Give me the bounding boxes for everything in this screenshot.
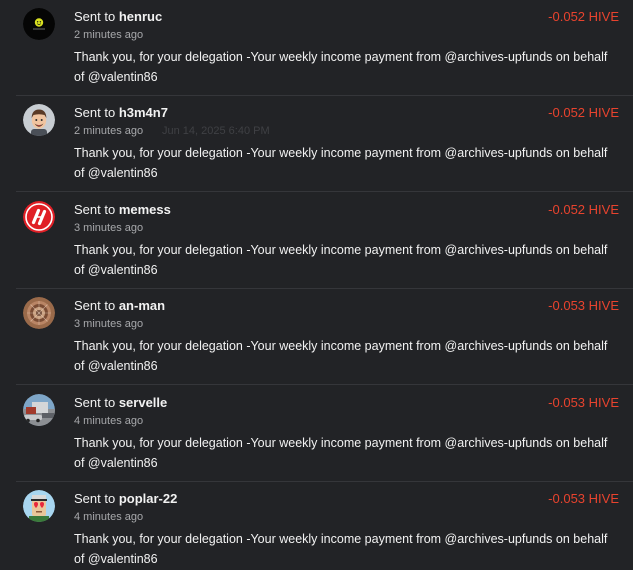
recipient-link[interactable]: henruc (119, 9, 162, 24)
recipient-link[interactable]: memess (119, 202, 171, 217)
transfer-row: Sent to memess 3 minutes ago -0.052 HIVE… (0, 193, 633, 289)
avatar-servelle[interactable] (23, 394, 55, 426)
avatar-servelle-icon (23, 394, 55, 426)
timestamp: 3 minutes ago (74, 318, 144, 330)
transfer-title: Sent to servelle (74, 395, 167, 411)
transfer-list: Sent to henruc 2 minutes ago -0.052 HIVE… (0, 0, 633, 570)
sent-to-label: Sent to (74, 395, 116, 410)
sent-to-label: Sent to (74, 9, 116, 24)
amount: -0.052 HIVE (548, 105, 619, 120)
timestamp: 4 minutes ago (74, 415, 144, 427)
memo-text: Thank you, for your delegation -Your wee… (74, 339, 608, 373)
timestamp: 3 minutes ago (74, 222, 144, 234)
timestamp: 2 minutes ago (74, 29, 144, 41)
timestamp-tooltip: Jun 14, 2025 6:40 PM (162, 125, 270, 137)
memo-text: Thank you, for your delegation -Your wee… (74, 436, 608, 470)
sent-to-label: Sent to (74, 202, 116, 217)
memo-text: Thank you, for your delegation -Your wee… (74, 532, 608, 566)
transfer-row: Sent to an-man 3 minutes ago -0.053 HIVE… (0, 289, 633, 385)
transfer-title: Sent to h3m4n7 (74, 105, 168, 121)
sent-to-label: Sent to (74, 298, 116, 313)
recipient-link[interactable]: h3m4n7 (119, 105, 168, 120)
timestamp: 2 minutes ago (74, 125, 144, 137)
avatar-poplar-22[interactable] (23, 490, 55, 522)
timestamp: 4 minutes ago (74, 511, 144, 523)
transfer-title: Sent to memess (74, 202, 171, 218)
sent-to-label: Sent to (74, 105, 116, 120)
recipient-link[interactable]: an-man (119, 298, 165, 313)
amount: -0.052 HIVE (548, 9, 619, 24)
avatar-poplar-22-icon (23, 490, 55, 522)
memo-text: Thank you, for your delegation -Your wee… (74, 146, 608, 180)
transfer-title: Sent to an-man (74, 298, 165, 314)
amount: -0.053 HIVE (548, 298, 619, 313)
avatar-memess[interactable] (23, 201, 55, 233)
avatar-h3m4n7-icon (23, 104, 55, 136)
transfer-title: Sent to poplar-22 (74, 491, 177, 507)
transfer-row: Sent to henruc 2 minutes ago -0.052 HIVE… (0, 0, 633, 96)
avatar-an-man[interactable] (23, 297, 55, 329)
avatar-an-man-icon (23, 297, 55, 329)
amount: -0.052 HIVE (548, 202, 619, 217)
transfer-row: Sent to servelle 4 minutes ago -0.053 HI… (0, 386, 633, 482)
avatar-memess-icon (23, 201, 55, 233)
recipient-link[interactable]: servelle (119, 395, 167, 410)
avatar-henruc-icon (23, 8, 55, 40)
avatar-h3m4n7[interactable] (23, 104, 55, 136)
memo-text: Thank you, for your delegation -Your wee… (74, 243, 608, 277)
amount: -0.053 HIVE (548, 491, 619, 506)
recipient-link[interactable]: poplar-22 (119, 491, 178, 506)
memo-text: Thank you, for your delegation -Your wee… (74, 50, 608, 84)
transfer-row: Sent to h3m4n7 2 minutes ago Jun 14, 202… (0, 96, 633, 192)
transfer-row: Sent to poplar-22 4 minutes ago -0.053 H… (0, 482, 633, 570)
avatar-henruc[interactable] (23, 8, 55, 40)
sent-to-label: Sent to (74, 491, 116, 506)
transfer-title: Sent to henruc (74, 9, 162, 25)
amount: -0.053 HIVE (548, 395, 619, 410)
